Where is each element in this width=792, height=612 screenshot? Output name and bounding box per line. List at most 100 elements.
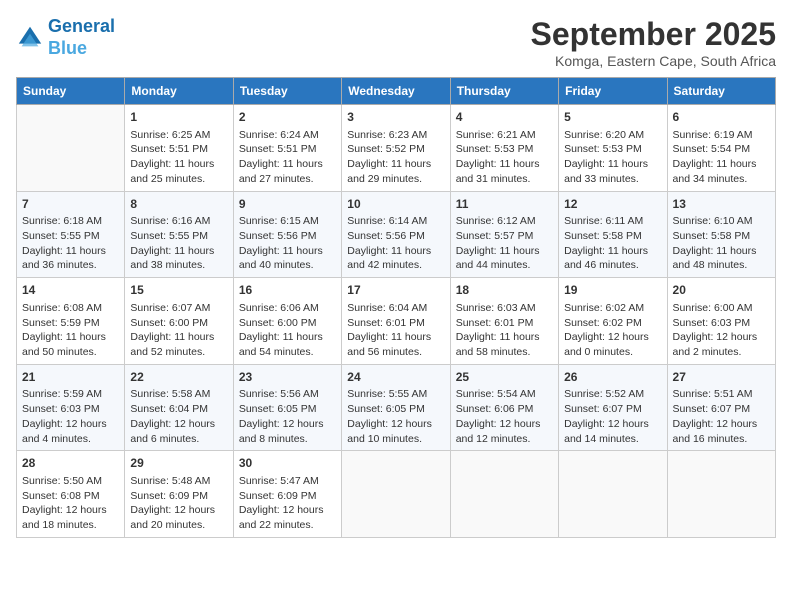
day-info: Daylight: 12 hours bbox=[239, 417, 336, 432]
day-info: and 16 minutes. bbox=[673, 432, 770, 447]
day-number: 21 bbox=[22, 369, 119, 386]
day-info: Daylight: 11 hours bbox=[673, 157, 770, 172]
day-number: 11 bbox=[456, 196, 553, 213]
day-info: and 25 minutes. bbox=[130, 172, 227, 187]
calendar-cell: 19Sunrise: 6:02 AMSunset: 6:02 PMDayligh… bbox=[559, 278, 667, 365]
day-info: Daylight: 12 hours bbox=[22, 503, 119, 518]
day-info: and 52 minutes. bbox=[130, 345, 227, 360]
day-number: 19 bbox=[564, 282, 661, 299]
calendar-cell: 5Sunrise: 6:20 AMSunset: 5:53 PMDaylight… bbox=[559, 105, 667, 192]
calendar-cell: 21Sunrise: 5:59 AMSunset: 6:03 PMDayligh… bbox=[17, 364, 125, 451]
calendar-cell bbox=[559, 451, 667, 538]
day-number: 29 bbox=[130, 455, 227, 472]
calendar-cell: 7Sunrise: 6:18 AMSunset: 5:55 PMDaylight… bbox=[17, 191, 125, 278]
calendar-cell bbox=[667, 451, 775, 538]
day-info: Sunset: 6:02 PM bbox=[564, 316, 661, 331]
calendar-cell: 1Sunrise: 6:25 AMSunset: 5:51 PMDaylight… bbox=[125, 105, 233, 192]
day-info: Sunrise: 6:00 AM bbox=[673, 301, 770, 316]
calendar-cell: 8Sunrise: 6:16 AMSunset: 5:55 PMDaylight… bbox=[125, 191, 233, 278]
day-info: Daylight: 12 hours bbox=[130, 417, 227, 432]
day-info: Sunrise: 6:14 AM bbox=[347, 214, 444, 229]
day-info: Sunrise: 6:15 AM bbox=[239, 214, 336, 229]
day-info: Sunrise: 5:59 AM bbox=[22, 387, 119, 402]
day-info: Sunrise: 5:51 AM bbox=[673, 387, 770, 402]
day-info: Sunset: 6:01 PM bbox=[347, 316, 444, 331]
day-info: Sunrise: 6:21 AM bbox=[456, 128, 553, 143]
day-info: and 56 minutes. bbox=[347, 345, 444, 360]
day-info: Daylight: 11 hours bbox=[239, 244, 336, 259]
calendar-cell: 20Sunrise: 6:00 AMSunset: 6:03 PMDayligh… bbox=[667, 278, 775, 365]
day-info: Sunset: 5:53 PM bbox=[564, 142, 661, 157]
day-info: Sunset: 6:07 PM bbox=[673, 402, 770, 417]
header-monday: Monday bbox=[125, 78, 233, 105]
day-info: Sunrise: 5:50 AM bbox=[22, 474, 119, 489]
day-info: Sunset: 5:55 PM bbox=[130, 229, 227, 244]
day-info: Sunset: 6:00 PM bbox=[130, 316, 227, 331]
header-friday: Friday bbox=[559, 78, 667, 105]
day-info: Daylight: 11 hours bbox=[564, 244, 661, 259]
day-info: and 27 minutes. bbox=[239, 172, 336, 187]
week-row-1: 1Sunrise: 6:25 AMSunset: 5:51 PMDaylight… bbox=[17, 105, 776, 192]
day-info: Daylight: 12 hours bbox=[673, 417, 770, 432]
day-number: 24 bbox=[347, 369, 444, 386]
day-info: Sunset: 6:04 PM bbox=[130, 402, 227, 417]
header-wednesday: Wednesday bbox=[342, 78, 450, 105]
day-info: Daylight: 12 hours bbox=[130, 503, 227, 518]
day-number: 28 bbox=[22, 455, 119, 472]
header-saturday: Saturday bbox=[667, 78, 775, 105]
day-info: Sunset: 6:08 PM bbox=[22, 489, 119, 504]
day-info: Sunset: 5:58 PM bbox=[673, 229, 770, 244]
day-info: Daylight: 12 hours bbox=[22, 417, 119, 432]
day-number: 10 bbox=[347, 196, 444, 213]
week-row-3: 14Sunrise: 6:08 AMSunset: 5:59 PMDayligh… bbox=[17, 278, 776, 365]
day-number: 4 bbox=[456, 109, 553, 126]
day-info: Daylight: 12 hours bbox=[347, 417, 444, 432]
day-info: Daylight: 12 hours bbox=[456, 417, 553, 432]
calendar-cell: 3Sunrise: 6:23 AMSunset: 5:52 PMDaylight… bbox=[342, 105, 450, 192]
day-info: Sunrise: 6:11 AM bbox=[564, 214, 661, 229]
day-info: Sunrise: 6:25 AM bbox=[130, 128, 227, 143]
location: Komga, Eastern Cape, South Africa bbox=[531, 53, 776, 69]
day-info: and 50 minutes. bbox=[22, 345, 119, 360]
day-info: and 46 minutes. bbox=[564, 258, 661, 273]
day-number: 9 bbox=[239, 196, 336, 213]
calendar-cell: 23Sunrise: 5:56 AMSunset: 6:05 PMDayligh… bbox=[233, 364, 341, 451]
day-number: 3 bbox=[347, 109, 444, 126]
day-info: Sunset: 6:07 PM bbox=[564, 402, 661, 417]
day-info: Sunset: 5:58 PM bbox=[564, 229, 661, 244]
day-info: Daylight: 11 hours bbox=[22, 330, 119, 345]
calendar-cell: 16Sunrise: 6:06 AMSunset: 6:00 PMDayligh… bbox=[233, 278, 341, 365]
day-info: and 14 minutes. bbox=[564, 432, 661, 447]
day-number: 17 bbox=[347, 282, 444, 299]
day-info: Daylight: 12 hours bbox=[564, 417, 661, 432]
calendar-cell: 18Sunrise: 6:03 AMSunset: 6:01 PMDayligh… bbox=[450, 278, 558, 365]
calendar-cell: 25Sunrise: 5:54 AMSunset: 6:06 PMDayligh… bbox=[450, 364, 558, 451]
day-info: Sunrise: 6:07 AM bbox=[130, 301, 227, 316]
calendar-cell: 26Sunrise: 5:52 AMSunset: 6:07 PMDayligh… bbox=[559, 364, 667, 451]
day-info: and 0 minutes. bbox=[564, 345, 661, 360]
day-number: 14 bbox=[22, 282, 119, 299]
day-info: Sunrise: 6:16 AM bbox=[130, 214, 227, 229]
calendar-cell: 9Sunrise: 6:15 AMSunset: 5:56 PMDaylight… bbox=[233, 191, 341, 278]
calendar-cell: 27Sunrise: 5:51 AMSunset: 6:07 PMDayligh… bbox=[667, 364, 775, 451]
calendar-cell: 30Sunrise: 5:47 AMSunset: 6:09 PMDayligh… bbox=[233, 451, 341, 538]
day-number: 8 bbox=[130, 196, 227, 213]
day-info: and 40 minutes. bbox=[239, 258, 336, 273]
calendar-cell: 14Sunrise: 6:08 AMSunset: 5:59 PMDayligh… bbox=[17, 278, 125, 365]
day-info: Sunrise: 6:24 AM bbox=[239, 128, 336, 143]
day-info: Daylight: 11 hours bbox=[130, 330, 227, 345]
day-info: and 34 minutes. bbox=[673, 172, 770, 187]
day-info: Sunset: 5:51 PM bbox=[239, 142, 336, 157]
calendar-cell: 6Sunrise: 6:19 AMSunset: 5:54 PMDaylight… bbox=[667, 105, 775, 192]
day-info: Sunrise: 5:56 AM bbox=[239, 387, 336, 402]
calendar-cell: 15Sunrise: 6:07 AMSunset: 6:00 PMDayligh… bbox=[125, 278, 233, 365]
day-info: Daylight: 12 hours bbox=[564, 330, 661, 345]
day-info: Sunrise: 6:23 AM bbox=[347, 128, 444, 143]
day-number: 25 bbox=[456, 369, 553, 386]
week-row-4: 21Sunrise: 5:59 AMSunset: 6:03 PMDayligh… bbox=[17, 364, 776, 451]
day-info: Daylight: 11 hours bbox=[456, 330, 553, 345]
calendar-cell: 2Sunrise: 6:24 AMSunset: 5:51 PMDaylight… bbox=[233, 105, 341, 192]
day-info: and 8 minutes. bbox=[239, 432, 336, 447]
day-info: Sunrise: 5:52 AM bbox=[564, 387, 661, 402]
day-info: Sunrise: 6:20 AM bbox=[564, 128, 661, 143]
